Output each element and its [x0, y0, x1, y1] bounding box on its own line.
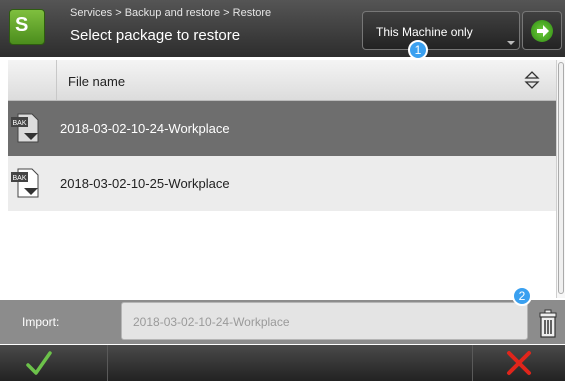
filter-dropdown-value: This Machine only [376, 25, 473, 39]
go-button[interactable] [522, 11, 562, 50]
dropdown-caret-icon [507, 41, 515, 45]
page-title: Select package to restore [70, 27, 241, 44]
bak-file-icon: BAK [10, 111, 44, 145]
trash-icon [539, 309, 557, 338]
app-logo-icon[interactable]: S [9, 9, 45, 45]
cancel-button[interactable] [472, 345, 565, 381]
arrow-right-icon [531, 20, 553, 42]
table-row[interactable]: BAK 2018-03-02-10-24-Workplace [8, 101, 556, 156]
sort-icon[interactable] [524, 70, 540, 90]
scrollbar-thumb[interactable] [558, 62, 564, 294]
callout-badge-1: 1 [408, 40, 428, 60]
table-row[interactable]: BAK 2018-03-02-10-25-Workplace [8, 156, 556, 211]
table-header: File name [8, 60, 556, 101]
file-name: 2018-03-02-10-25-Workplace [60, 176, 230, 191]
bak-file-icon: BAK [10, 166, 44, 200]
filter-dropdown[interactable]: This Machine only [362, 11, 520, 50]
svg-text:BAK: BAK [13, 120, 27, 127]
import-bar: Import: 2018-03-02-10-24-Workplace [0, 300, 565, 344]
header-icon-cell [8, 60, 57, 100]
file-table: File name BAK 2018-03-02-10-24-Workplace… [8, 60, 556, 298]
ok-button[interactable] [0, 345, 108, 381]
delete-button[interactable] [531, 304, 565, 342]
import-label: Import: [22, 315, 60, 329]
import-field[interactable]: 2018-03-02-10-24-Workplace [121, 302, 528, 340]
breadcrumb: Services > Backup and restore > Restore [70, 7, 272, 19]
callout-badge-2: 2 [512, 286, 532, 306]
close-icon [507, 351, 531, 375]
file-name: 2018-03-02-10-24-Workplace [60, 121, 230, 136]
column-header-file-name[interactable]: File name [68, 74, 125, 89]
import-field-value: 2018-03-02-10-24-Workplace [133, 315, 290, 329]
check-icon [26, 351, 52, 375]
svg-text:BAK: BAK [13, 175, 27, 182]
vertical-scrollbar[interactable] [556, 60, 565, 298]
